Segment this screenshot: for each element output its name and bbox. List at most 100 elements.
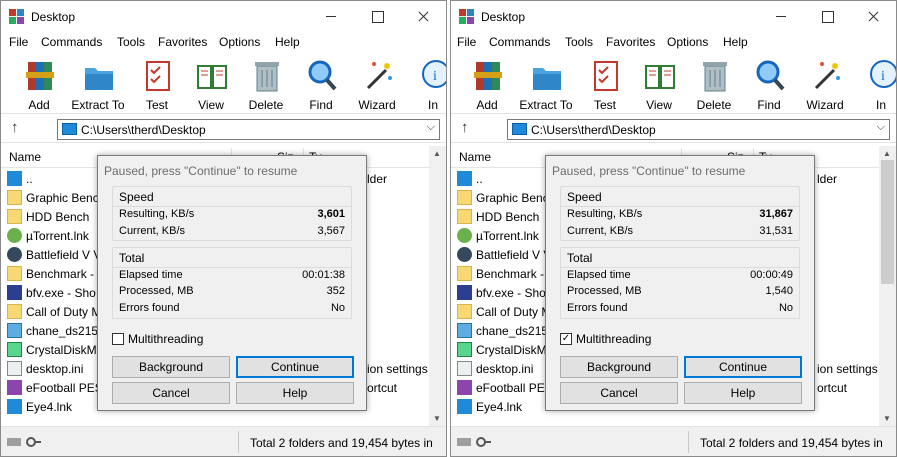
scroll-thumb[interactable] (881, 160, 894, 284)
chevron-down-icon[interactable]: ⌵ (427, 121, 435, 134)
list-item[interactable]: Call of Duty M (451, 302, 551, 321)
pes-icon (457, 380, 472, 395)
drive-key-icon (457, 437, 491, 447)
scroll-up-icon[interactable]: ▲ (883, 149, 891, 158)
list-item[interactable]: CrystalDiskMa (451, 340, 553, 359)
close-button[interactable] (850, 1, 896, 32)
list-item[interactable]: eFootball PES (451, 378, 553, 397)
address-path: C:\Users\therd\Desktop (81, 123, 206, 137)
background-button[interactable]: Background (560, 356, 678, 378)
menu-help[interactable]: Help (275, 35, 300, 49)
close-button[interactable] (400, 1, 446, 32)
toolbar: Add Extract To Test View Delete Find Wiz… (1, 52, 446, 114)
trash-icon (703, 62, 727, 92)
address-bar: ↑ C:\Users\therd\Desktop ⌵ (451, 115, 896, 143)
list-item[interactable]: CrystalDiskMa (1, 340, 103, 359)
extract-to-button[interactable]: Extract To (518, 56, 574, 112)
title-bar[interactable]: Desktop (451, 1, 896, 32)
list-item[interactable]: bfv.exe - Sho (1, 283, 101, 302)
help-button[interactable]: Help (684, 382, 802, 404)
vertical-scrollbar[interactable]: ▲ ▼ (879, 146, 896, 426)
background-button[interactable]: Background (112, 356, 230, 378)
column-name[interactable]: Name (459, 150, 491, 164)
help-button[interactable]: Help (236, 382, 354, 404)
list-item[interactable]: Call of Duty M (1, 302, 101, 321)
menu-file[interactable]: File (457, 35, 476, 49)
multithreading-checkbox[interactable]: ✓ (560, 333, 572, 345)
menu-commands[interactable]: Commands (41, 35, 102, 49)
scroll-down-icon[interactable]: ▼ (883, 414, 891, 423)
menu-favorites[interactable]: Favorites (606, 35, 655, 49)
column-name[interactable]: Name (9, 150, 41, 164)
multithreading-label[interactable]: Multithreading (128, 332, 203, 346)
continue-button[interactable]: Continue (684, 356, 802, 378)
processed-value: 1,540 (765, 285, 793, 297)
drive-icon (512, 123, 527, 135)
maximize-button[interactable] (354, 1, 400, 32)
list-item[interactable]: desktop.ini (1, 359, 101, 378)
info-icon: i (870, 60, 896, 88)
list-item[interactable]: µTorrent.lnk (1, 226, 101, 245)
menu-commands[interactable]: Commands (489, 35, 550, 49)
up-arrow-icon[interactable]: ↑ (461, 119, 469, 136)
up-folder-icon (7, 171, 22, 186)
up-arrow-icon[interactable]: ↑ (11, 119, 19, 136)
cancel-button[interactable]: Cancel (112, 382, 230, 404)
list-item[interactable]: Graphic Benc (451, 188, 551, 207)
list-item[interactable]: Eye4.lnk (1, 397, 101, 416)
crystaldisk-icon (7, 342, 22, 357)
multithreading-checkbox[interactable] (112, 333, 124, 345)
list-item[interactable]: HDD Bench (1, 207, 101, 226)
info-button[interactable]: i In (405, 56, 446, 112)
list-item[interactable]: .. (451, 169, 551, 188)
list-item[interactable]: Benchmark - (1, 264, 101, 283)
list-item[interactable]: µTorrent.lnk (451, 226, 551, 245)
toolbar: Add Extract To Test View Delete Find Wiz… (451, 52, 896, 114)
add-button[interactable]: Add (459, 56, 515, 112)
list-item[interactable]: Battlefield V V (1, 245, 101, 264)
title-bar[interactable]: Desktop (1, 1, 446, 32)
list-item[interactable]: Benchmark - (451, 264, 551, 283)
address-path: C:\Users\therd\Desktop (531, 123, 656, 137)
extract-to-button[interactable]: Extract To (70, 56, 126, 112)
menu-favorites[interactable]: Favorites (158, 35, 207, 49)
eye4-icon (457, 399, 472, 414)
list-item[interactable]: bfv.exe - Sho (451, 283, 551, 302)
up-folder-icon (457, 171, 472, 186)
add-button[interactable]: Add (11, 56, 67, 112)
address-field[interactable]: C:\Users\therd\Desktop ⌵ (507, 119, 890, 140)
info-button[interactable]: i In (853, 56, 896, 112)
list-item[interactable]: eFootball PES (1, 378, 103, 397)
multithreading-label[interactable]: Multithreading (576, 332, 651, 346)
menu-options[interactable]: Options (219, 35, 260, 49)
menu-tools[interactable]: Tools (117, 35, 145, 49)
menu-file[interactable]: File (9, 35, 28, 49)
list-item[interactable]: HDD Bench (451, 207, 551, 226)
elapsed-value: 00:01:38 (302, 269, 345, 281)
menu-tools[interactable]: Tools (565, 35, 593, 49)
vertical-scrollbar[interactable]: ▲ ▼ (429, 146, 446, 426)
list-item[interactable]: chane_ds215j (451, 321, 551, 340)
speed-group: Speed Resulting, KB/s 31,867 Current, KB/… (560, 186, 800, 241)
address-field[interactable]: C:\Users\therd\Desktop ⌵ (57, 119, 440, 140)
scroll-up-icon[interactable]: ▲ (433, 149, 441, 158)
list-item[interactable]: Eye4.lnk (451, 397, 551, 416)
menu-options[interactable]: Options (667, 35, 708, 49)
maximize-button[interactable] (804, 1, 850, 32)
list-item[interactable]: desktop.ini (451, 359, 551, 378)
crystaldisk-icon (457, 342, 472, 357)
list-item[interactable]: chane_ds215j (1, 321, 101, 340)
list-item[interactable]: Battlefield V V (451, 245, 551, 264)
trash-icon (255, 62, 279, 92)
continue-button[interactable]: Continue (236, 356, 354, 378)
chevron-down-icon[interactable]: ⌵ (877, 121, 885, 134)
test-clipboard-icon (594, 61, 618, 91)
cancel-button[interactable]: Cancel (560, 382, 678, 404)
list-item[interactable]: Graphic Benc (1, 188, 101, 207)
type-fragment: ion settings (367, 362, 428, 376)
minimize-button[interactable] (758, 1, 804, 32)
menu-help[interactable]: Help (723, 35, 748, 49)
scroll-down-icon[interactable]: ▼ (433, 414, 441, 423)
minimize-button[interactable] (308, 1, 354, 32)
list-item[interactable]: .. (1, 169, 101, 188)
